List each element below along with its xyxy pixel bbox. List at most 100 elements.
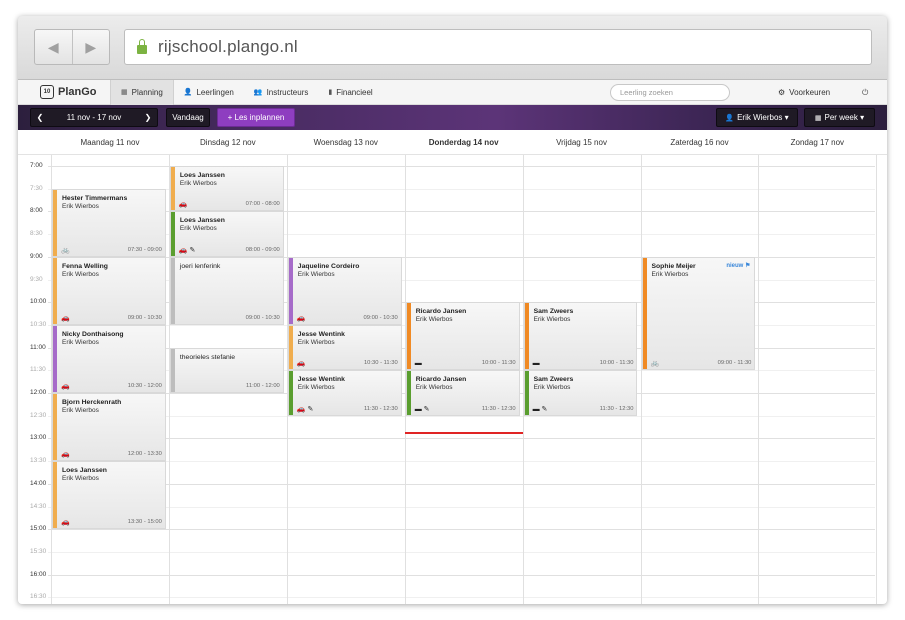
instructor-name: Erik Wierbos bbox=[62, 475, 99, 483]
nav-financieel[interactable]: ▮ Financieel bbox=[318, 80, 382, 105]
day-column-divider bbox=[876, 155, 878, 604]
student-search-input[interactable]: Leerling zoeken bbox=[610, 84, 730, 101]
vehicle-icon: ▬ bbox=[532, 360, 540, 368]
instructor-name: Erik Wierbos bbox=[415, 384, 453, 392]
time-label: 15:00 bbox=[30, 525, 47, 533]
nav-instructeurs[interactable]: 👥 Instructeurs bbox=[244, 80, 319, 105]
lesson-time: 12:00 - 13:30 bbox=[127, 451, 162, 458]
lesson-type-bar bbox=[288, 371, 293, 415]
time-label: 7:00 bbox=[30, 162, 43, 169]
instructor-dropdown[interactable]: 👤 Erik Wierbos ▾ bbox=[716, 108, 798, 127]
lesson-type-bar bbox=[524, 303, 529, 370]
student-name: Ricardo Jansen bbox=[415, 308, 467, 316]
instructor-name: Erik Wierbos bbox=[179, 225, 217, 233]
lesson-type-bar bbox=[642, 257, 647, 370]
time-label: 16:30 bbox=[30, 593, 47, 601]
nav-leerlingen[interactable]: 👤 Leerlingen bbox=[174, 80, 244, 105]
time-label: 13:00 bbox=[30, 434, 47, 442]
plango-app: 10 PlanGo ▦ Planning 👤 Leerlingen 👥 Inst… bbox=[18, 79, 887, 604]
vehicle-icon: ▬ ✎ bbox=[532, 405, 548, 413]
logo[interactable]: 10 PlanGo bbox=[40, 85, 110, 99]
logout-button[interactable]: ⏻ bbox=[862, 80, 868, 105]
instructor-label: Erik Wierbos ▾ bbox=[737, 113, 789, 122]
calendar-icon: ▦ bbox=[814, 114, 822, 122]
lesson-event[interactable]: Sam Zweers Erik Wierbos 10:00 - 11:30 ▬ bbox=[523, 302, 638, 371]
day-header: Vrijdag 15 nov bbox=[556, 138, 607, 147]
lesson-event[interactable]: Jesse Wentink Erik Wierbos 10:30 - 11:30 🚗 bbox=[287, 324, 402, 371]
top-navigation: 10 PlanGo ▦ Planning 👤 Leerlingen 👥 Inst… bbox=[18, 79, 887, 105]
nav-label: Financieel bbox=[336, 87, 373, 97]
lesson-event[interactable]: Nicky Donthaisong Erik Wierbos 10:30 - 12:… bbox=[52, 324, 166, 393]
student-name: joeri lenferink bbox=[179, 262, 221, 270]
time-label: 11:00 bbox=[30, 343, 46, 351]
lesson-event[interactable]: Sophie Meijer Erik Wierbos 09:00 - 11:30 🚲 n… bbox=[641, 256, 756, 371]
lesson-event[interactable]: Jaqueline Cordeiro Erik Wierbos 09:00 - 10… bbox=[287, 256, 402, 325]
time-label: 16:00 bbox=[30, 570, 47, 578]
nav-label: Planning bbox=[131, 87, 163, 97]
student-name: Sam Zweers bbox=[533, 376, 574, 384]
lesson-type-bar bbox=[170, 257, 175, 324]
next-week-button[interactable]: ❯ bbox=[139, 113, 157, 122]
vehicle-icon: 🚗 ✎ bbox=[178, 246, 196, 254]
back-button[interactable]: ◀ bbox=[35, 30, 73, 64]
lesson-event[interactable]: Ricardo Jansen Erik Wierbos 11:30 - 12:30 ▬… bbox=[405, 370, 520, 416]
vehicle-icon: ▬ bbox=[414, 360, 422, 368]
student-name: Fenna Welling bbox=[62, 262, 108, 270]
nav-planning[interactable]: ▦ Planning bbox=[110, 79, 174, 105]
users-icon: 👥 bbox=[253, 89, 263, 96]
student-name: Hester Timmermans bbox=[62, 194, 128, 202]
day-header-row: Maandag 11 nov Dinsdag 12 nov Woensdag 13 … bbox=[18, 130, 887, 155]
lesson-event[interactable]: Sam Zweers Erik Wierbos 11:30 - 12:30 ▬ ✎ bbox=[523, 370, 638, 416]
schedule-lesson-button[interactable]: + Les inplannen bbox=[217, 108, 295, 127]
history-buttons: ◀ ▶ bbox=[34, 29, 110, 65]
document-icon: ▮ bbox=[328, 89, 333, 96]
student-name: Jesse Wentink bbox=[297, 376, 345, 384]
planning-toolbar: ❮ 11 nov - 17 nov ❯ Vandaag + Les inplan… bbox=[18, 105, 887, 130]
instructor-name: Erik Wierbos bbox=[62, 338, 99, 346]
hour-line bbox=[48, 551, 875, 553]
address-bar[interactable]: rijschool.plango.nl bbox=[124, 29, 872, 65]
lesson-time: 10:30 - 12:00 bbox=[127, 382, 162, 389]
forward-button[interactable]: ▶ bbox=[73, 30, 110, 64]
student-name: Ricardo Jansen bbox=[415, 376, 467, 384]
day-header: Woensdag 13 nov bbox=[313, 138, 378, 147]
url-text: rijschool.plango.nl bbox=[158, 37, 298, 56]
today-button[interactable]: Vandaag bbox=[166, 108, 210, 127]
lesson-type-bar bbox=[288, 257, 293, 324]
lesson-type-bar bbox=[53, 462, 57, 529]
preferences-label: Voorkeuren bbox=[789, 88, 831, 97]
lesson-type-bar bbox=[524, 371, 529, 415]
lesson-event[interactable]: Hester Timmermans Erik Wierbos 07:30 - 09:… bbox=[52, 188, 166, 257]
vehicle-icon: 🚗 ✎ bbox=[296, 405, 314, 413]
view-label: Per week ▾ bbox=[824, 113, 865, 122]
vehicle-icon: 🚗 bbox=[61, 314, 70, 322]
instructor-name: Erik Wierbos bbox=[533, 384, 571, 392]
lesson-time: 09:00 - 10:30 bbox=[127, 314, 162, 321]
time-label: 8:30 bbox=[30, 230, 43, 238]
lesson-event[interactable]: Jesse Wentink Erik Wierbos 11:30 - 12:30 🚗 … bbox=[287, 370, 402, 416]
student-name: Sophie Meijer bbox=[651, 262, 696, 270]
lesson-event[interactable]: Ricardo Jansen Erik Wierbos 10:00 - 11:30 ▬ bbox=[405, 302, 520, 371]
lesson-event[interactable]: Fenna Welling Erik Wierbos 09:00 - 10:30 🚗 bbox=[52, 256, 166, 325]
day-header: Zondag 17 nov bbox=[790, 138, 845, 147]
student-name: Loes Janssen bbox=[179, 217, 225, 225]
lesson-event[interactable]: Bjorn Herckenrath Erik Wierbos 12:00 - 13:… bbox=[52, 393, 166, 462]
lesson-time: 09:00 - 11:30 bbox=[717, 360, 752, 367]
week-navigator: ❮ 11 nov - 17 nov ❯ bbox=[30, 108, 158, 127]
lesson-event[interactable]: joeri lenferink 09:00 - 10:30 bbox=[169, 256, 284, 325]
lesson-event[interactable]: Loes Janssen Erik Wierbos 13:30 - 15:00 🚗 bbox=[52, 461, 166, 530]
gear-icon: ⚙ bbox=[778, 88, 786, 97]
prev-week-button[interactable]: ❮ bbox=[31, 113, 49, 122]
logo-text: PlanGo bbox=[58, 86, 97, 98]
instructor-name: Erik Wierbos bbox=[533, 316, 571, 324]
lesson-type-bar bbox=[170, 212, 175, 256]
instructor-name: Erik Wierbos bbox=[62, 270, 99, 278]
preferences-link[interactable]: ⚙ Voorkeuren bbox=[778, 80, 830, 105]
view-dropdown[interactable]: ▦ Per week ▾ bbox=[804, 108, 875, 127]
lesson-event[interactable]: Loes Janssen Erik Wierbos 08:00 - 09:00 🚗 ✎ bbox=[169, 211, 284, 257]
student-name: Jaqueline Cordeiro bbox=[297, 262, 360, 270]
nav-label: Instructeurs bbox=[266, 87, 309, 97]
student-name: Nicky Donthaisong bbox=[62, 330, 124, 338]
lesson-event[interactable]: Loes Janssen Erik Wierbos 07:00 - 08:00 🚗 bbox=[169, 166, 284, 212]
lesson-event[interactable]: theorieles stefanie 11:00 - 12:00 bbox=[169, 347, 284, 393]
